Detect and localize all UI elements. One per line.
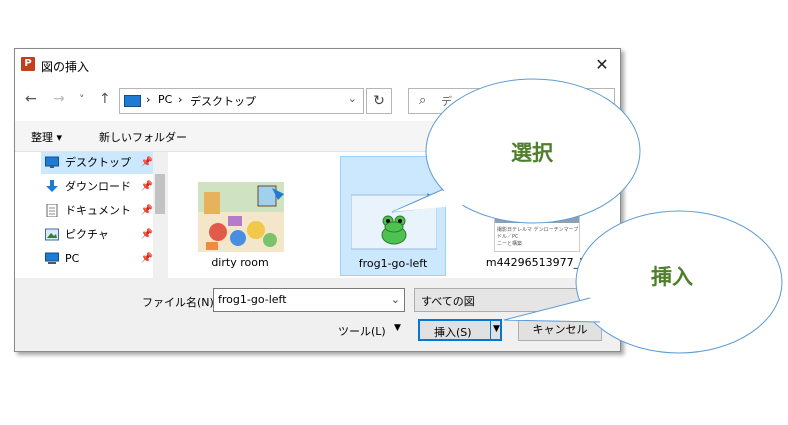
insert-callout (503, 210, 783, 354)
insert-callout-text: 挿入 (651, 265, 693, 289)
select-callout-text: 選択 (511, 141, 553, 165)
callout-layer (391, 78, 783, 354)
